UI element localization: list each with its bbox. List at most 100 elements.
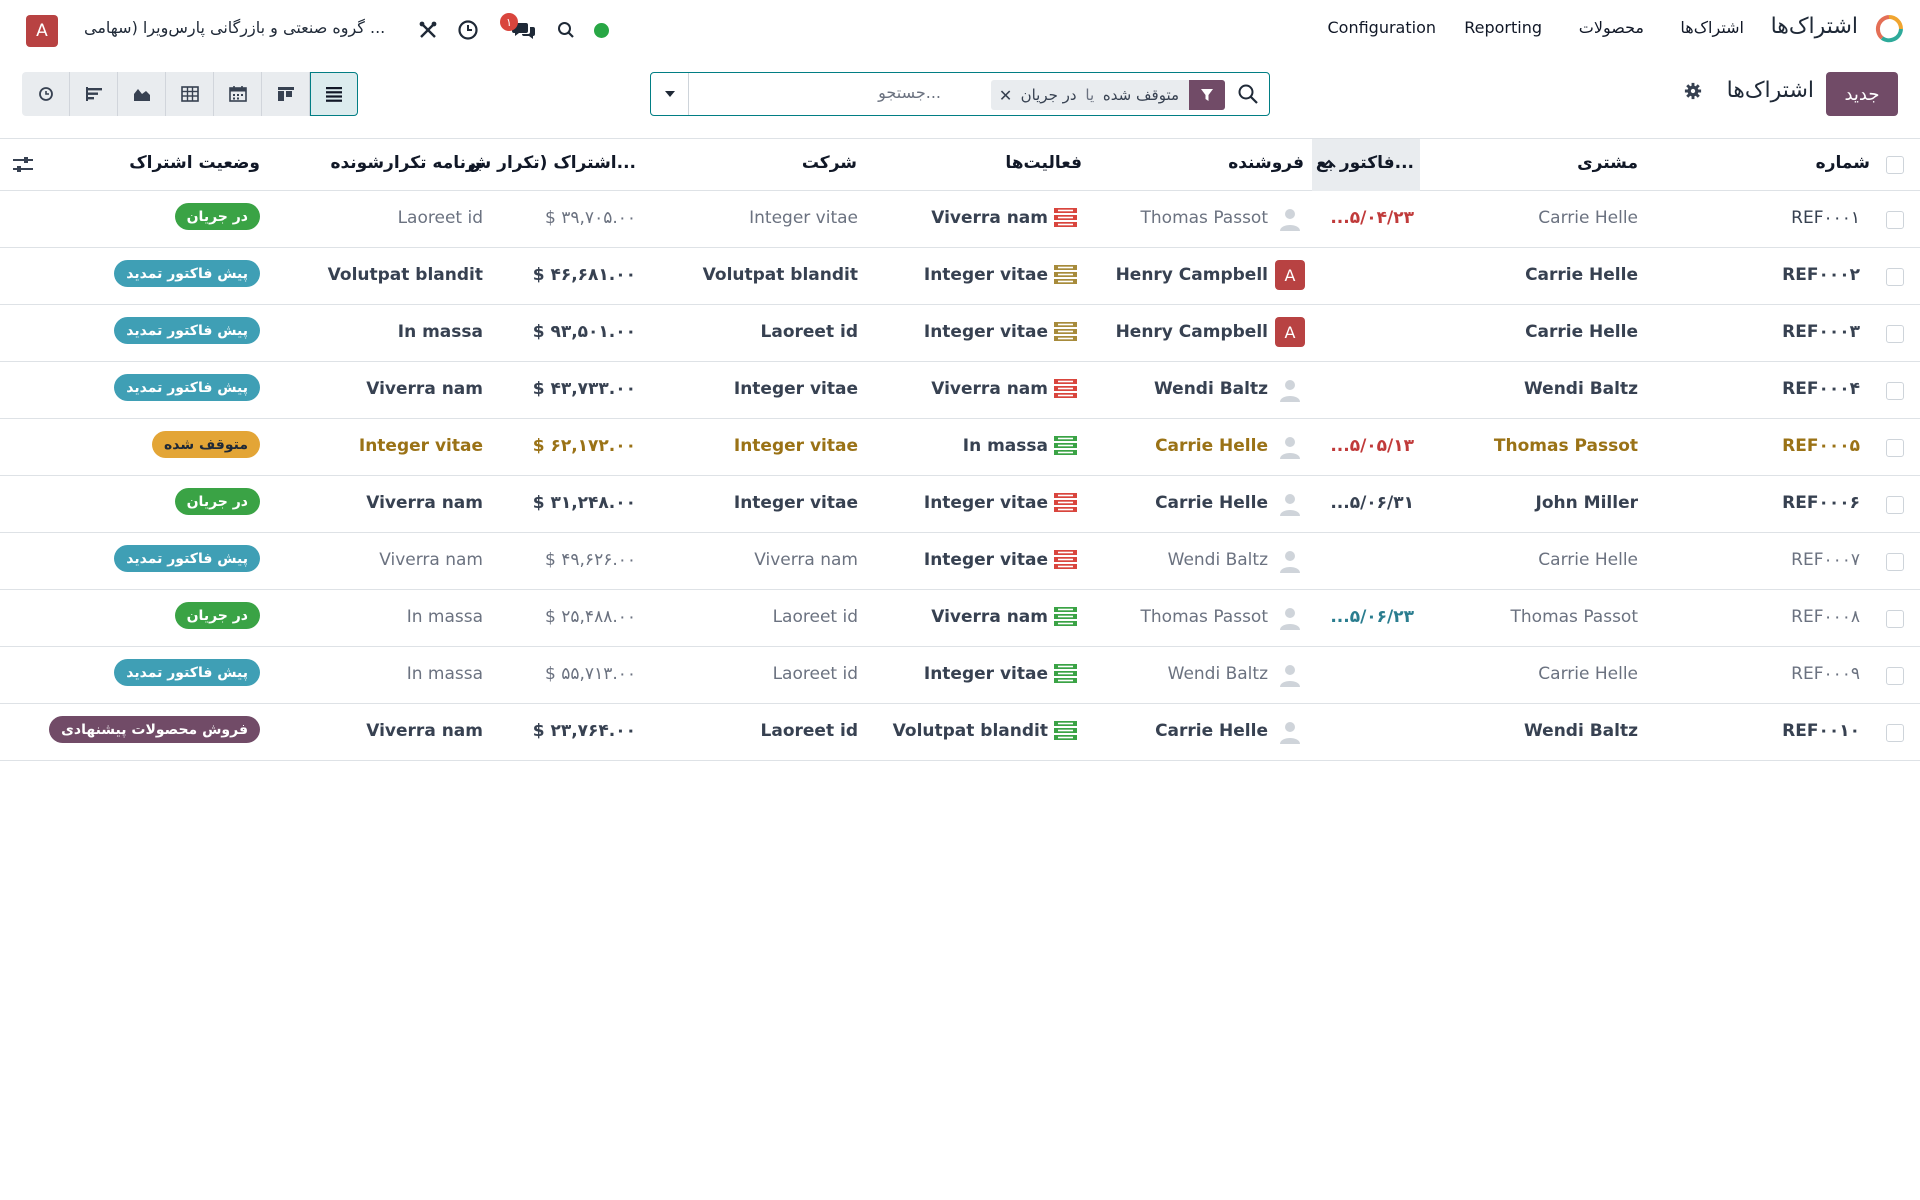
col-company[interactable]: شرکت (802, 153, 857, 173)
facet-value-paused: متوقف شده (1102, 86, 1179, 104)
list-view-button[interactable] (310, 72, 358, 116)
cell-amount: $ ۳۹,۷۰۵.۰۰ (545, 208, 636, 228)
select-all-checkbox[interactable] (1886, 156, 1904, 174)
table-row[interactable]: REF۰۰۰۱ Carrie Helle ...۵/۰۴/۲۳ Thomas P… (0, 191, 1920, 248)
activity-list-icon[interactable] (1053, 661, 1078, 685)
table-row[interactable]: REF۰۰۰۵ Thomas Passot ...۵/۰۵/۱۳ Carrie … (0, 419, 1920, 476)
pivot-view-button[interactable] (166, 72, 214, 116)
activity-list-icon[interactable] (1053, 319, 1078, 343)
default-avatar-icon (1275, 431, 1305, 461)
table-row[interactable]: REF۰۰۰۹ Carrie Helle Wendi Baltz Integer… (0, 647, 1920, 704)
cell-company: Laoreet id (760, 322, 858, 342)
menu-reporting[interactable]: Reporting (1464, 18, 1542, 37)
cell-next-invoice: ...۵/۰۶/۲۳ (1330, 607, 1414, 627)
row-checkbox[interactable] (1886, 553, 1904, 571)
table-row[interactable]: REF۰۰۰۴ Wendi Baltz Wendi Baltz Viverra … (0, 362, 1920, 419)
row-checkbox[interactable] (1886, 496, 1904, 514)
activity-list-icon[interactable] (1053, 490, 1078, 514)
cell-amount: $ ۴۶,۶۸۱.۰۰ (532, 265, 636, 285)
default-avatar-icon (1275, 374, 1305, 404)
optional-columns-sliders-icon[interactable] (12, 156, 34, 174)
col-salesperson[interactable]: فروشنده (1228, 153, 1304, 173)
app-name[interactable]: اشتراک‌ها (1771, 14, 1858, 39)
facet-value-in-progress: در جریان (1020, 86, 1077, 104)
default-avatar-icon (1275, 488, 1305, 518)
cell-salesperson: Thomas Passot (1140, 607, 1268, 627)
app-logo-icon[interactable] (1874, 14, 1904, 44)
table-row[interactable]: REF۰۰۱۰ Wendi Baltz Carrie Helle Volutpa… (0, 704, 1920, 761)
cell-company: Integer vitae (749, 208, 858, 228)
activity-view-button[interactable] (22, 72, 70, 116)
cell-plan: Viverra nam (366, 721, 483, 741)
activity-clock-icon[interactable] (456, 18, 480, 42)
col-subscription-stage[interactable]: وضعیت اشتراک (129, 153, 260, 173)
stage-badge: در جریان (174, 602, 260, 629)
kanban-view-button[interactable] (262, 72, 310, 116)
search-icon[interactable] (1237, 83, 1259, 105)
view-switcher (22, 72, 358, 116)
cohort-view-button[interactable] (70, 72, 118, 116)
activity-list-icon[interactable] (1053, 376, 1078, 400)
table-row[interactable]: REF۰۰۰۳ Carrie Helle A Henry Campbell In… (0, 305, 1920, 362)
menu-products[interactable]: محصولات (1579, 18, 1644, 37)
close-icon[interactable]: ✕ (991, 80, 1013, 110)
table-row[interactable]: REF۰۰۰۷ Carrie Helle Wendi Baltz Integer… (0, 533, 1920, 590)
search-icon[interactable] (554, 18, 578, 42)
gear-icon[interactable] (1684, 82, 1702, 100)
salesperson-avatar: A (1275, 317, 1305, 347)
cell-ref: REF۰۰۰۶ (1782, 493, 1860, 513)
search-input[interactable] (691, 83, 941, 102)
stage-badge: پیش فاکتور تمدید (114, 317, 260, 344)
row-checkbox[interactable] (1886, 439, 1904, 457)
company-name[interactable]: گروه صنعتی و بازرگانی پارس‌ویرا (سهامی .… (84, 18, 385, 37)
cell-company: Integer vitae (733, 493, 858, 513)
table-row[interactable]: REF۰۰۰۶ John Miller ...۵/۰۶/۳۱ Carrie He… (0, 476, 1920, 533)
table-row[interactable]: REF۰۰۰۲ Carrie Helle A Henry Campbell In… (0, 248, 1920, 305)
calendar-icon (228, 86, 247, 102)
col-activities[interactable]: فعالیت‌ها (1005, 153, 1082, 173)
graph-view-button[interactable] (118, 72, 166, 116)
cell-activity: Integer vitae (923, 550, 1048, 570)
cell-company: Viverra nam (754, 550, 858, 570)
col-number[interactable]: شماره (1816, 153, 1870, 173)
menu-configuration[interactable]: Configuration (1327, 18, 1436, 37)
tools-icon[interactable] (416, 18, 440, 42)
cell-amount: $ ۴۳,۷۳۳.۰۰ (532, 379, 636, 399)
row-checkbox[interactable] (1886, 325, 1904, 343)
cell-plan: In massa (406, 607, 483, 627)
row-checkbox[interactable] (1886, 211, 1904, 229)
stage-badge: متوقف شده (152, 431, 260, 458)
caret-down-icon (664, 91, 675, 97)
row-checkbox[interactable] (1886, 667, 1904, 685)
col-customer[interactable]: مشتری (1577, 153, 1638, 173)
activity-list-icon[interactable] (1053, 262, 1078, 286)
calendar-view-button[interactable] (214, 72, 262, 116)
row-checkbox[interactable] (1886, 610, 1904, 628)
activity-list-icon[interactable] (1053, 433, 1078, 457)
top-navbar: اشتراک‌ها اشتراک‌ها محصولات Reporting Co… (0, 0, 1920, 58)
cell-salesperson: Wendi Baltz (1167, 550, 1268, 570)
new-button[interactable]: جدید (1826, 72, 1898, 116)
row-checkbox[interactable] (1886, 268, 1904, 286)
activity-list-icon[interactable] (1053, 604, 1078, 628)
cell-amount: $ ۲۵,۴۸۸.۰۰ (545, 607, 636, 627)
row-checkbox[interactable] (1886, 724, 1904, 742)
filter-facet: ✕ متوقف شده یا در جریان (990, 80, 1225, 110)
col-recurring-amount[interactable]: اشتراک (تکرار ش... (468, 153, 636, 173)
page-title[interactable]: اشتراک‌ها (1727, 78, 1814, 103)
cell-company: Laoreet id (772, 607, 858, 627)
cell-amount: $ ۴۹,۶۲۶.۰۰ (545, 550, 636, 570)
activity-list-icon[interactable] (1053, 205, 1078, 229)
cell-ref: REF۰۰۰۸ (1791, 607, 1860, 627)
cell-activity: Integer vitae (923, 265, 1048, 285)
area-chart-icon (133, 89, 150, 101)
user-avatar[interactable]: A (26, 15, 58, 47)
activity-list-icon[interactable] (1053, 547, 1078, 571)
activity-list-icon[interactable] (1053, 718, 1078, 742)
col-recurring-plan[interactable]: برنامه تکرارشونده (330, 153, 483, 173)
row-checkbox[interactable] (1886, 382, 1904, 400)
search-options-toggle[interactable] (651, 73, 689, 115)
table-row[interactable]: REF۰۰۰۸ Thomas Passot ...۵/۰۶/۲۳ Thomas … (0, 590, 1920, 647)
menu-subscriptions[interactable]: اشتراک‌ها (1680, 18, 1744, 37)
cell-customer: Carrie Helle (1538, 550, 1638, 570)
